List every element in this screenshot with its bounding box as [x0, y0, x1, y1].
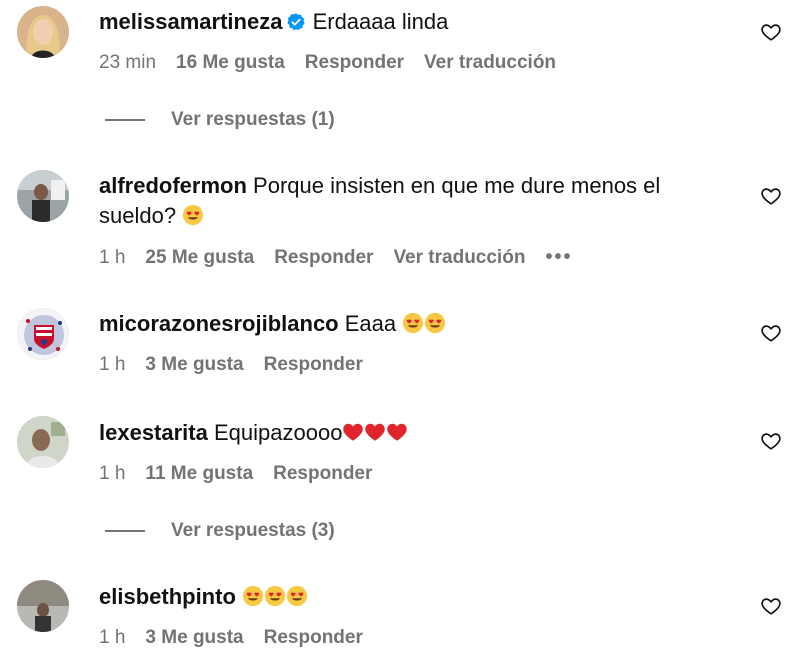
view-replies-label: Ver respuestas (1) — [171, 109, 335, 130]
view-replies-button[interactable]: Ver respuestas (3) — [105, 520, 335, 542]
likes-count[interactable]: 3 Me gusta — [145, 627, 243, 649]
username[interactable]: elisbethpinto — [99, 584, 236, 609]
translate-button[interactable]: Ver traducción — [424, 52, 556, 74]
comment-body: melissamartineza Erdaaaa linda — [99, 7, 700, 37]
username[interactable]: melissamartineza — [99, 9, 282, 34]
avatar[interactable] — [17, 416, 69, 468]
translate-button[interactable]: Ver traducción — [393, 247, 525, 269]
view-replies-label: Ver respuestas (3) — [171, 520, 335, 541]
timestamp: 1 h — [99, 246, 126, 268]
divider-line — [105, 119, 145, 121]
avatar[interactable] — [17, 308, 69, 360]
timestamp: 1 h — [99, 463, 126, 484]
divider-line — [105, 530, 145, 532]
reply-button[interactable]: Responder — [274, 247, 373, 269]
reply-button[interactable]: Responder — [273, 463, 372, 485]
comment-meta: 1 h 3 Me gusta Responder — [99, 354, 383, 376]
username[interactable]: lexestarita — [99, 420, 208, 445]
comment-text: Eaaa — [344, 311, 397, 336]
comment-text-line2: sueldo? — [99, 203, 177, 228]
likes-count[interactable]: 11 Me gusta — [145, 463, 253, 485]
heart-eyes-emoji-icon — [242, 585, 264, 607]
timestamp: 23 min — [99, 52, 157, 73]
more-options-icon[interactable]: ••• — [545, 246, 572, 269]
heart-eyes-emoji-icon — [182, 204, 204, 226]
heart-eyes-emoji-icon — [264, 585, 286, 607]
like-heart-icon[interactable] — [760, 21, 782, 43]
reply-button[interactable]: Responder — [305, 52, 404, 74]
like-heart-icon[interactable] — [760, 185, 782, 207]
comment-text: Equipazoooo — [213, 420, 343, 445]
likes-count[interactable]: 25 Me gusta — [145, 247, 254, 269]
comment-body: elisbethpinto — [99, 582, 700, 612]
reply-button[interactable]: Responder — [264, 354, 363, 376]
red-heart-emoji-icon — [342, 421, 364, 443]
like-heart-icon[interactable] — [760, 430, 782, 452]
verified-badge-icon — [287, 13, 306, 31]
likes-count[interactable]: 16 Me gusta — [176, 52, 285, 74]
red-heart-emoji-icon — [364, 421, 386, 443]
avatar[interactable] — [17, 580, 69, 632]
avatar[interactable] — [17, 170, 69, 222]
like-heart-icon[interactable] — [760, 322, 782, 344]
view-replies-button[interactable]: Ver respuestas (1) — [105, 109, 335, 131]
comment-text: Erdaaaa linda — [312, 9, 449, 34]
comment-body: lexestarita Equipazoooo — [99, 418, 700, 448]
red-heart-emoji-icon — [386, 421, 408, 443]
heart-eyes-emoji-icon — [286, 585, 308, 607]
comment-text: Porque insisten en que me dure menos el — [253, 173, 661, 198]
comment-body: micorazonesrojiblanco Eaaa — [99, 309, 700, 339]
username[interactable]: micorazonesrojiblanco — [99, 311, 339, 336]
comment-meta: 23 min 16 Me gusta Responder Ver traducc… — [99, 52, 576, 74]
comment-meta: 1 h 25 Me gusta Responder Ver traducción… — [99, 246, 592, 269]
timestamp: 1 h — [99, 627, 126, 648]
heart-eyes-emoji-icon — [424, 312, 446, 334]
comment-meta: 1 h 3 Me gusta Responder — [99, 627, 383, 649]
timestamp: 1 h — [99, 354, 126, 375]
username[interactable]: alfredofermon — [99, 173, 247, 198]
avatar[interactable] — [17, 6, 69, 58]
comments-list: melissamartineza Erdaaaa linda 23 min 16… — [0, 0, 800, 656]
comment-meta: 1 h 11 Me gusta Responder — [99, 463, 392, 485]
likes-count[interactable]: 3 Me gusta — [145, 354, 243, 376]
comment-body: alfredofermon Porque insisten en que me … — [99, 171, 700, 231]
like-heart-icon[interactable] — [760, 595, 782, 617]
heart-eyes-emoji-icon — [402, 312, 424, 334]
reply-button[interactable]: Responder — [264, 627, 363, 649]
